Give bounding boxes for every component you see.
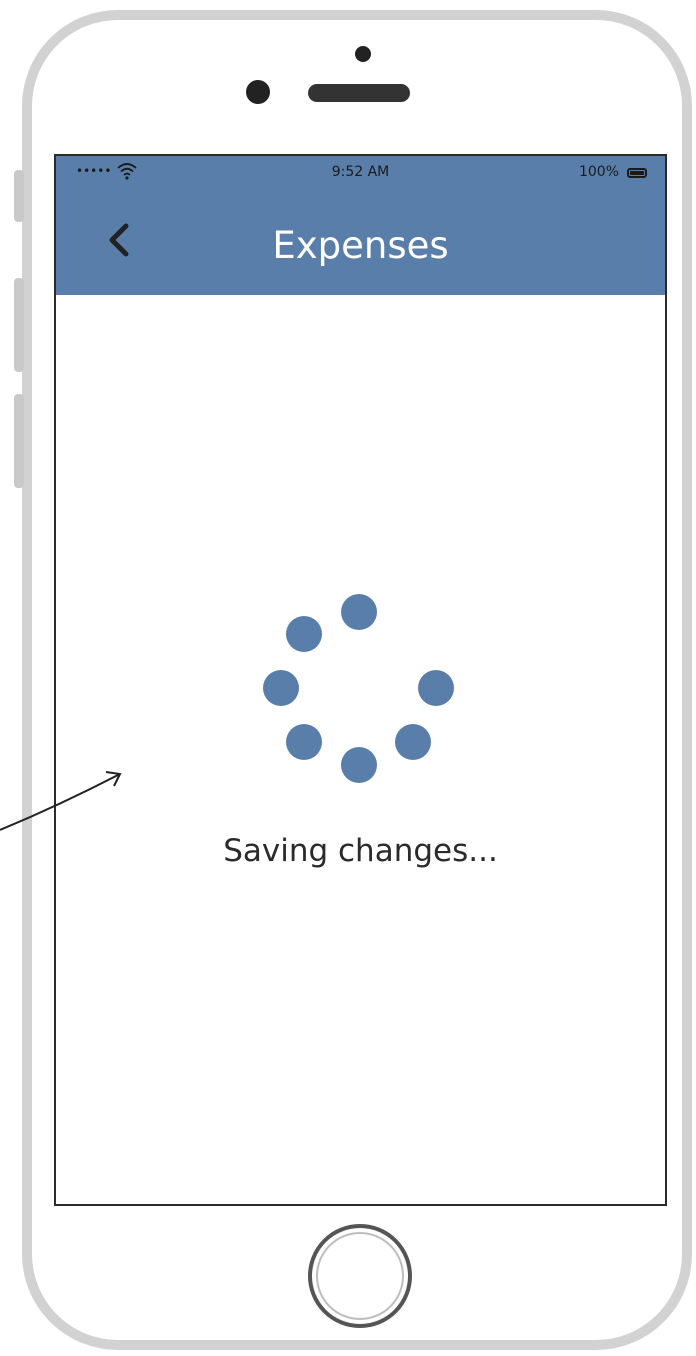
- spinner-dot: [395, 724, 431, 760]
- spinner-dot: [286, 724, 322, 760]
- spinner-dot: [263, 670, 299, 706]
- spinner-dot: [286, 616, 322, 652]
- mute-switch: [14, 170, 24, 222]
- spinner-dot: [418, 670, 454, 706]
- loading-spinner-icon: [56, 156, 665, 1204]
- spinner-dot: [341, 594, 377, 630]
- volume-up-button: [14, 278, 24, 372]
- loading-message: Saving changes...: [223, 833, 498, 869]
- earpiece-speaker: [308, 84, 410, 102]
- front-camera: [246, 80, 270, 104]
- spinner-dot: [341, 747, 377, 783]
- screen: ••••• 9:52 AM 100% Expenses Saving chang…: [54, 154, 667, 1206]
- annotation-arrow-icon: [0, 771, 122, 831]
- home-button[interactable]: [308, 1224, 412, 1328]
- volume-down-button: [14, 394, 24, 488]
- proximity-sensor: [355, 46, 371, 62]
